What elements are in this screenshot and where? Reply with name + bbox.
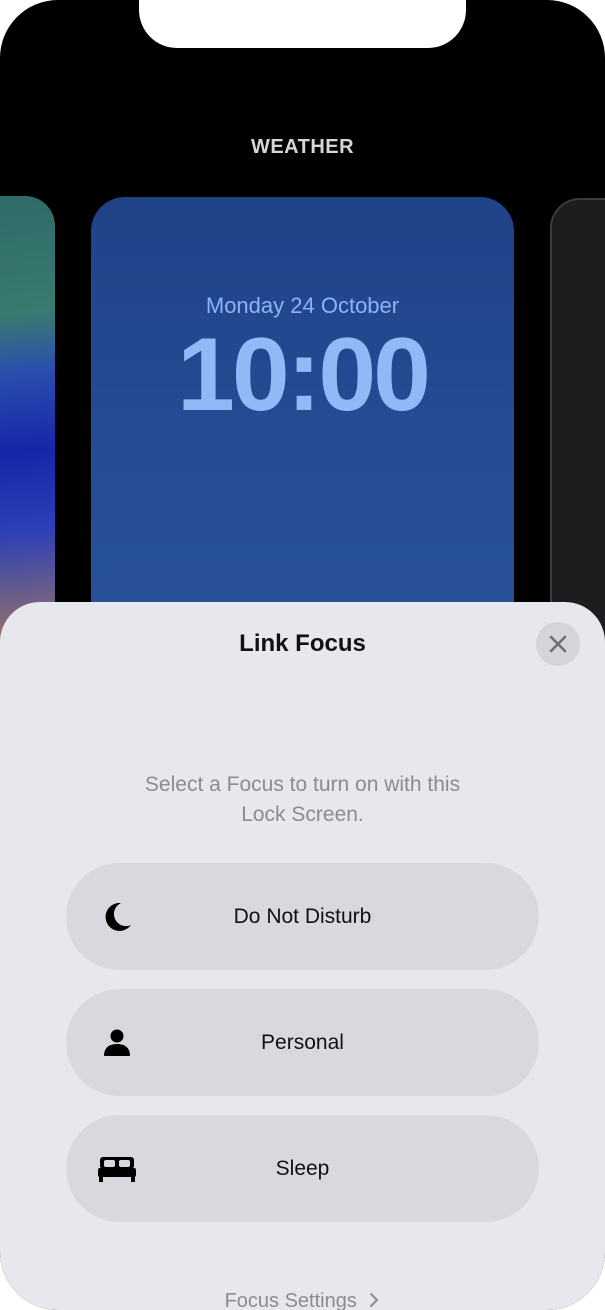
lock-date: Monday 24 October — [205, 293, 400, 318]
gallery-label: WEATHER — [250, 136, 355, 158]
focus-option-do-not-disturb[interactable]: Do Not Disturb — [66, 863, 539, 970]
focus-settings-link[interactable]: Focus Settings — [0, 1290, 605, 1310]
focus-option-label: Do Not Disturb — [233, 905, 372, 928]
sheet-subtitle: Select a Focus to turn on with this Lock… — [144, 773, 461, 826]
lock-time: 10:00 — [177, 317, 431, 433]
focus-option-label: Sleep — [275, 1157, 330, 1180]
chevron-right-icon — [370, 1293, 379, 1307]
phone-screen: WEATHER Monday 24 October 10:00 Link Foc… — [0, 0, 605, 1310]
notch — [139, 0, 466, 48]
focus-settings-label: Focus Settings — [224, 1290, 357, 1310]
sheet-title: Link Focus — [239, 630, 366, 657]
close-button[interactable] — [536, 622, 580, 666]
focus-option-sleep[interactable]: Sleep — [66, 1115, 539, 1222]
focus-option-personal[interactable]: Personal — [66, 989, 539, 1096]
focus-option-label: Personal — [261, 1031, 344, 1054]
link-focus-sheet: Link Focus Select a Focus to turn on wit… — [0, 602, 605, 1310]
close-icon — [549, 635, 567, 653]
